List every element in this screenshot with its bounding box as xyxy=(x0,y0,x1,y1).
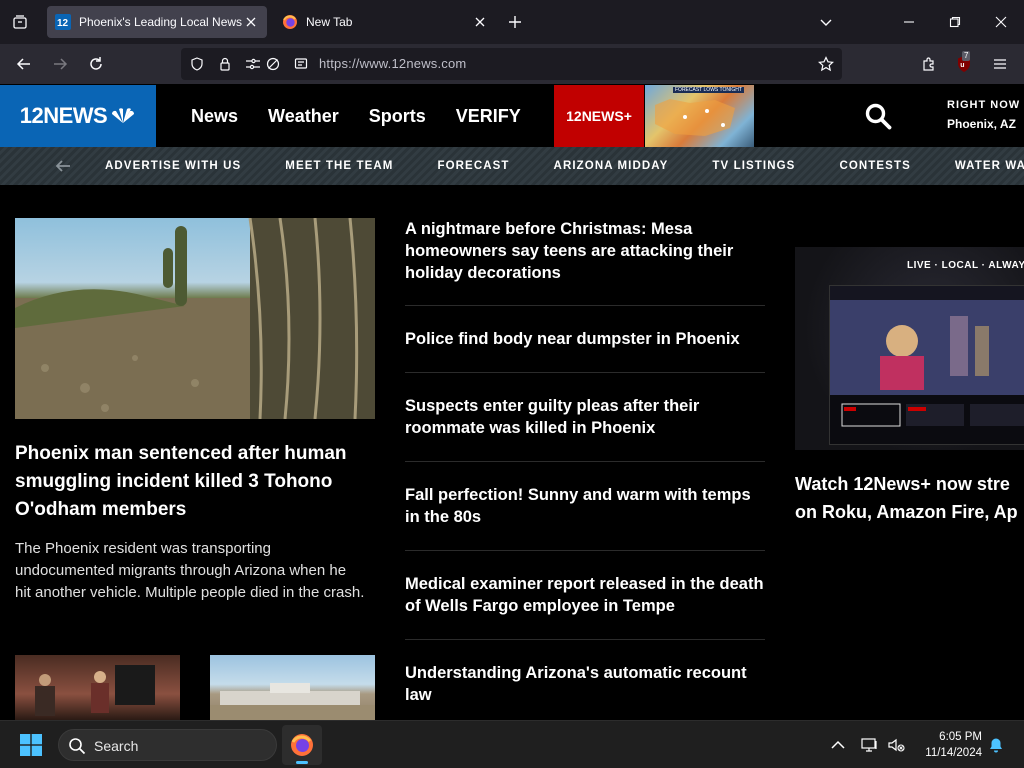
nav-sports[interactable]: Sports xyxy=(369,106,426,127)
firefox-favicon-icon xyxy=(283,15,297,29)
subnav-advertise[interactable]: ADVERTISE WITH US xyxy=(105,160,241,172)
lock-icon[interactable] xyxy=(217,56,233,72)
story-thumbnail[interactable] xyxy=(15,655,180,720)
story-thumbnail[interactable] xyxy=(210,655,375,720)
reader-view-icon[interactable] xyxy=(293,56,309,72)
system-clock[interactable]: 6:05 PM 11/14/2024 xyxy=(912,729,982,761)
extension-count-badge: 7 xyxy=(962,51,971,61)
close-tab-icon[interactable] xyxy=(472,14,488,30)
bookmark-star-icon[interactable] xyxy=(818,56,834,72)
subnav-tv-listings[interactable]: TV LISTINGS xyxy=(712,160,795,172)
autoplay-blocked-icon[interactable] xyxy=(265,56,281,72)
taskbar-firefox-app[interactable] xyxy=(282,725,322,765)
taskbar-search-label: Search xyxy=(94,738,139,754)
close-window-icon[interactable] xyxy=(978,0,1024,44)
hamburger-menu-icon[interactable] xyxy=(988,52,1012,76)
new-tab-plus-icon[interactable] xyxy=(503,10,527,34)
nav-news[interactable]: News xyxy=(191,106,238,127)
firefox-icon xyxy=(291,734,313,756)
logo-text: 12NEWS xyxy=(19,103,108,128)
headline-item[interactable]: Suspects enter guilty pleas after their … xyxy=(405,373,765,462)
right-now-label: RIGHT NOW xyxy=(947,99,1021,111)
tab-new-tab[interactable]: New Tab xyxy=(274,6,496,38)
promo-title-line: Watch 12News+ now stre xyxy=(795,474,1010,494)
restore-window-icon[interactable] xyxy=(932,0,978,44)
extensions-puzzle-icon[interactable] xyxy=(917,52,941,76)
thumbnail-photo xyxy=(210,683,375,720)
weather-forecast-thumbnail[interactable]: FORECAST LOWS TONIGHT xyxy=(645,85,754,147)
subnav-forecast[interactable]: FORECAST xyxy=(437,160,509,172)
secondary-navigation: ADVERTISE WITH US MEET THE TEAM FORECAST… xyxy=(0,147,1024,185)
headline-item[interactable]: Fall perfection! Sunny and warm with tem… xyxy=(405,462,765,551)
subnav-meet-the-team[interactable]: MEET THE TEAM xyxy=(285,160,393,172)
nav-verify[interactable]: VERIFY xyxy=(456,106,521,127)
weather-map-image xyxy=(655,99,735,136)
volume-muted-icon[interactable] xyxy=(886,735,906,755)
nav-weather[interactable]: Weather xyxy=(268,106,339,127)
list-all-tabs-chevron-icon[interactable] xyxy=(814,10,838,34)
right-now-weather[interactable]: RIGHT NOW Phoenix, AZ xyxy=(947,99,1020,131)
thumbnail-photo xyxy=(35,665,155,716)
main-navigation: News Weather Sports VERIFY xyxy=(176,85,536,147)
tab-12news[interactable]: 12 Phoenix's Leading Local News: xyxy=(47,6,267,38)
headlines-list: A nightmare before Christmas: Mesa homeo… xyxy=(405,218,765,720)
site-search-icon[interactable] xyxy=(864,102,892,130)
subnav-contests[interactable]: CONTESTS xyxy=(839,160,910,172)
desert-cactus-photo xyxy=(15,218,375,419)
tab-overview-icon[interactable] xyxy=(8,10,32,34)
subnav-water-wars[interactable]: WATER WA xyxy=(955,160,1024,172)
forward-arrow-icon[interactable] xyxy=(48,52,72,76)
minimize-window-icon[interactable] xyxy=(886,0,932,44)
12news-logo[interactable]: 12NEWS xyxy=(0,85,156,147)
site-header: 12NEWS News Weather Sports VERIFY 12NEWS… xyxy=(0,85,1024,147)
tab-title: New Tab xyxy=(306,15,353,29)
right-now-location: Phoenix, AZ xyxy=(947,117,1016,131)
lead-story-image[interactable] xyxy=(15,218,375,419)
promo-title[interactable]: Watch 12News+ now stre on Roku, Amazon F… xyxy=(795,470,1024,530)
permissions-icon[interactable] xyxy=(245,56,261,72)
close-tab-icon[interactable] xyxy=(243,14,259,30)
headline-item[interactable]: Medical examiner report released in the … xyxy=(405,551,765,640)
svg-text:12: 12 xyxy=(57,18,69,29)
back-arrow-icon[interactable] xyxy=(12,52,36,76)
tracking-protection-shield-icon[interactable] xyxy=(189,56,205,72)
show-hidden-icons-chevron-icon[interactable] xyxy=(828,735,848,755)
tab-title: Phoenix's Leading Local News: xyxy=(79,15,243,29)
notification-bell-icon[interactable] xyxy=(986,735,1006,755)
tv-screen-mockup xyxy=(829,285,1024,445)
headline-item[interactable]: A nightmare before Christmas: Mesa homeo… xyxy=(405,218,765,306)
browser-toolbar: https://www.12news.com u 7 xyxy=(0,44,1024,84)
12news-favicon-icon: 12 xyxy=(55,14,71,30)
subnav-arizona-midday[interactable]: ARIZONA MIDDAY xyxy=(554,160,669,172)
address-bar[interactable]: https://www.12news.com xyxy=(181,48,842,80)
network-monitor-icon[interactable] xyxy=(860,735,880,755)
promo-title-line: on Roku, Amazon Fire, Ap xyxy=(795,502,1018,522)
clock-date: 11/14/2024 xyxy=(925,747,982,759)
lead-story-title[interactable]: Phoenix man sentenced after human smuggl… xyxy=(15,440,375,524)
nbc-peacock-icon xyxy=(112,108,135,123)
windows-taskbar: Search 6:05 PM 11/14/2024 xyxy=(0,720,1024,768)
svg-text:u: u xyxy=(960,62,964,69)
weather-thumb-label: FORECAST LOWS TONIGHT xyxy=(673,87,744,93)
headline-item[interactable]: Understanding Arizona's automatic recoun… xyxy=(405,640,765,720)
promo-image[interactable]: LIVE · LOCAL · ALWAYS xyxy=(795,247,1024,450)
reload-icon[interactable] xyxy=(84,52,108,76)
promo-tagline: LIVE · LOCAL · ALWAYS xyxy=(907,260,1024,271)
tv-screen-graphic xyxy=(830,286,1024,427)
plus-label: 12NEWS+ xyxy=(566,108,632,124)
url-text: https://www.12news.com xyxy=(319,56,467,71)
taskbar-search-box[interactable]: Search xyxy=(58,729,277,761)
subnav-left-arrow-icon[interactable] xyxy=(54,158,72,174)
lead-story-summary: The Phoenix resident was transporting un… xyxy=(15,540,365,601)
search-icon xyxy=(69,738,86,755)
windows-start-icon[interactable] xyxy=(20,734,42,756)
browser-tab-bar: 12 Phoenix's Leading Local News: New Tab xyxy=(0,0,1024,44)
12news-plus-button[interactable]: 12NEWS+ xyxy=(554,85,644,147)
headline-item[interactable]: Police find body near dumpster in Phoeni… xyxy=(405,306,765,373)
clock-time: 6:05 PM xyxy=(939,731,982,743)
